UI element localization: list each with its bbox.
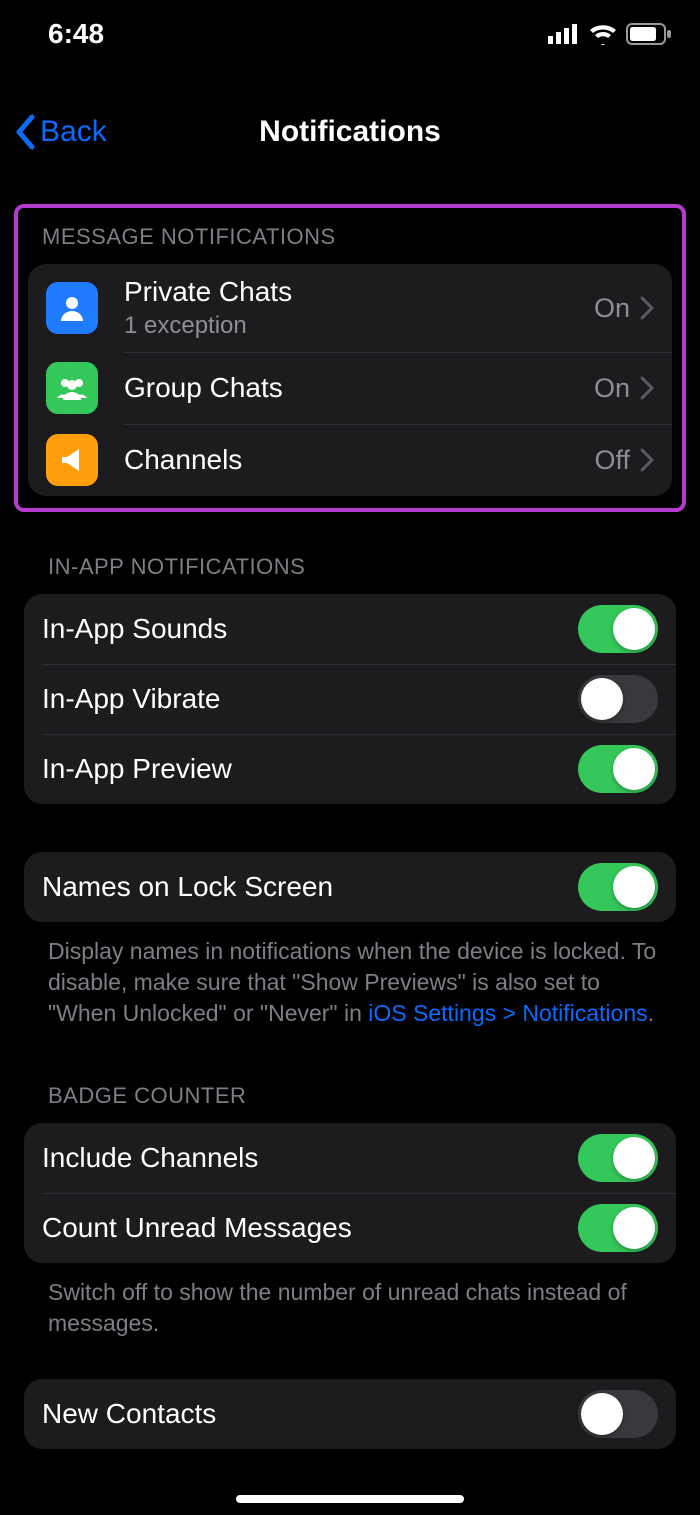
footer-text-post: .	[648, 1000, 654, 1026]
section-header-message: MESSAGE NOTIFICATIONS	[28, 218, 672, 264]
wifi-icon	[588, 23, 618, 45]
row-group-chats[interactable]: Group Chats On	[28, 352, 672, 424]
battery-icon	[626, 23, 672, 45]
toggle-inapp-sounds[interactable]	[578, 605, 658, 653]
lockscreen-group: Names on Lock Screen	[24, 852, 676, 922]
chevron-right-icon	[640, 448, 654, 472]
row-inapp-vibrate[interactable]: In-App Vibrate	[24, 664, 676, 734]
row-value: Off	[594, 445, 630, 476]
message-notifications-group: Private Chats 1 exception On Group Chats…	[28, 264, 672, 496]
row-new-contacts[interactable]: New Contacts	[24, 1379, 676, 1449]
home-indicator[interactable]	[236, 1495, 464, 1503]
chevron-left-icon	[14, 114, 36, 150]
toggle-inapp-vibrate[interactable]	[578, 675, 658, 723]
back-button[interactable]: Back	[0, 114, 107, 150]
highlighted-section: MESSAGE NOTIFICATIONS Private Chats 1 ex…	[14, 204, 686, 512]
status-indicators	[548, 23, 672, 45]
row-title: Group Chats	[124, 372, 594, 404]
section-inapp: IN-APP NOTIFICATIONS In-App Sounds In-Ap…	[0, 548, 700, 804]
row-subtitle: 1 exception	[124, 312, 594, 340]
row-include-channels[interactable]: Include Channels	[24, 1123, 676, 1193]
row-inapp-preview[interactable]: In-App Preview	[24, 734, 676, 804]
toggle-include-channels[interactable]	[578, 1134, 658, 1182]
row-value: On	[594, 373, 630, 404]
toggle-new-contacts[interactable]	[578, 1390, 658, 1438]
toggle-names-lockscreen[interactable]	[578, 863, 658, 911]
row-channels[interactable]: Channels Off	[28, 424, 672, 496]
row-title: Channels	[124, 444, 594, 476]
group-icon	[46, 362, 98, 414]
person-icon	[46, 282, 98, 334]
row-title: New Contacts	[42, 1398, 578, 1430]
row-names-lockscreen[interactable]: Names on Lock Screen	[24, 852, 676, 922]
ios-settings-link[interactable]: iOS Settings > Notifications	[368, 1000, 647, 1026]
badge-footer: Switch off to show the number of unread …	[24, 1263, 676, 1339]
row-private-chats[interactable]: Private Chats 1 exception On	[28, 264, 672, 352]
row-count-unread[interactable]: Count Unread Messages	[24, 1193, 676, 1263]
row-title: Count Unread Messages	[42, 1212, 578, 1244]
status-time: 6:48	[48, 18, 104, 50]
section-badge: BADGE COUNTER Include Channels Count Unr…	[0, 1077, 700, 1339]
status-bar: 6:48	[0, 0, 700, 58]
cellular-icon	[548, 24, 580, 44]
nav-bar: Back Notifications	[0, 102, 700, 162]
section-newcontacts: New Contacts	[0, 1379, 700, 1449]
toggle-count-unread[interactable]	[578, 1204, 658, 1252]
inapp-group: In-App Sounds In-App Vibrate In-App Prev…	[24, 594, 676, 804]
newcontacts-group: New Contacts	[24, 1379, 676, 1449]
row-title: Include Channels	[42, 1142, 578, 1174]
row-title: Private Chats	[124, 276, 594, 308]
megaphone-icon	[46, 434, 98, 486]
lockscreen-footer: Display names in notifications when the …	[24, 922, 676, 1029]
badge-group: Include Channels Count Unread Messages	[24, 1123, 676, 1263]
row-title: In-App Vibrate	[42, 683, 578, 715]
row-title: In-App Sounds	[42, 613, 578, 645]
row-title: In-App Preview	[42, 753, 578, 785]
section-header-inapp: IN-APP NOTIFICATIONS	[24, 548, 676, 594]
row-inapp-sounds[interactable]: In-App Sounds	[24, 594, 676, 664]
chevron-right-icon	[640, 296, 654, 320]
section-header-badge: BADGE COUNTER	[24, 1077, 676, 1123]
row-value: On	[594, 293, 630, 324]
back-label: Back	[40, 115, 107, 149]
toggle-inapp-preview[interactable]	[578, 745, 658, 793]
section-lockscreen: Names on Lock Screen Display names in no…	[0, 852, 700, 1029]
row-title: Names on Lock Screen	[42, 871, 578, 903]
chevron-right-icon	[640, 376, 654, 400]
